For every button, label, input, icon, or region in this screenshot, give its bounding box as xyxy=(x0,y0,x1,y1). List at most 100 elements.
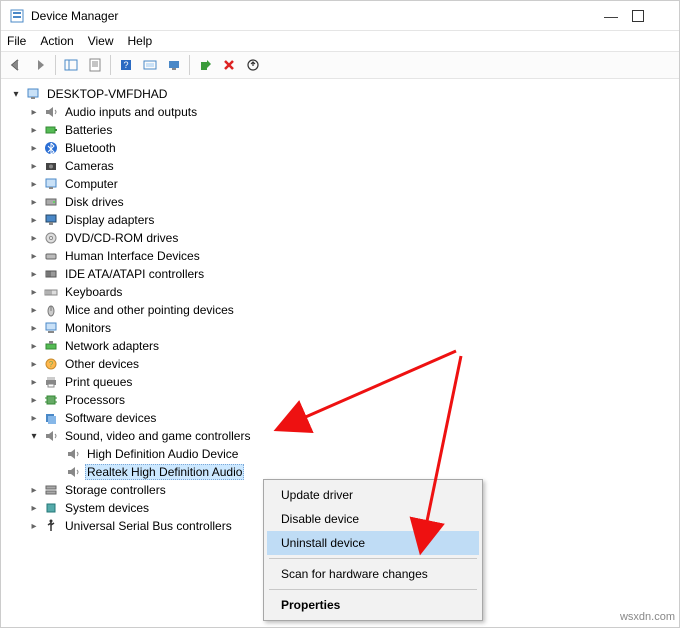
tree-category[interactable]: Network adapters xyxy=(5,337,675,355)
separator xyxy=(189,55,190,75)
storage-icon xyxy=(43,482,59,498)
separator xyxy=(55,55,56,75)
tree-category[interactable]: ?Other devices xyxy=(5,355,675,373)
tree-item-label: Sound, video and game controllers xyxy=(63,429,252,443)
expander-icon[interactable] xyxy=(27,303,41,317)
expander-icon[interactable] xyxy=(27,249,41,263)
context-menu-item[interactable]: Uninstall device xyxy=(267,531,479,555)
tree-item-label: Software devices xyxy=(63,411,158,425)
properties-button[interactable] xyxy=(84,54,106,76)
uninstall-button[interactable] xyxy=(218,54,240,76)
tree-category[interactable]: Bluetooth xyxy=(5,139,675,157)
expander-icon[interactable] xyxy=(27,213,41,227)
system-icon xyxy=(43,500,59,516)
printer-icon xyxy=(43,374,59,390)
tree-category[interactable]: Keyboards xyxy=(5,283,675,301)
speaker-icon xyxy=(43,428,59,444)
menu-help[interactable]: Help xyxy=(128,34,153,48)
context-menu: Update driverDisable deviceUninstall dev… xyxy=(263,479,483,621)
expander-icon[interactable] xyxy=(27,177,41,191)
tree-category[interactable]: Display adapters xyxy=(5,211,675,229)
expander-icon[interactable] xyxy=(27,483,41,497)
tree-item-label: Audio inputs and outputs xyxy=(63,105,199,119)
monitor-icon xyxy=(43,320,59,336)
tree-item-label: DESKTOP-VMFDHAD xyxy=(45,87,169,101)
tree-item-label: Computer xyxy=(63,177,120,191)
tree-item-label: System devices xyxy=(63,501,151,515)
tree-root[interactable]: DESKTOP-VMFDHAD xyxy=(5,85,675,103)
scan-hardware-button[interactable] xyxy=(163,54,185,76)
tree-category[interactable]: Processors xyxy=(5,391,675,409)
back-button[interactable] xyxy=(5,54,27,76)
menu-view[interactable]: View xyxy=(88,34,114,48)
cpu-icon xyxy=(43,392,59,408)
computer-icon xyxy=(43,176,59,192)
show-hide-tree-button[interactable] xyxy=(60,54,82,76)
expander-icon[interactable] xyxy=(27,393,41,407)
expander-icon[interactable] xyxy=(27,231,41,245)
context-menu-item[interactable]: Update driver xyxy=(267,483,479,507)
context-menu-item[interactable]: Disable device xyxy=(267,507,479,531)
battery-icon xyxy=(43,122,59,138)
expander-icon[interactable] xyxy=(27,375,41,389)
tree-category[interactable]: Mice and other pointing devices xyxy=(5,301,675,319)
watermark: wsxdn.com xyxy=(620,611,675,623)
tree-category[interactable]: Monitors xyxy=(5,319,675,337)
tree-item-label: High Definition Audio Device xyxy=(85,447,240,461)
context-menu-item[interactable]: Properties xyxy=(267,593,479,617)
expander-icon[interactable] xyxy=(9,87,23,101)
expander-icon[interactable] xyxy=(27,267,41,281)
tree-item-label: Cameras xyxy=(63,159,116,173)
tree-category[interactable]: Disk drives xyxy=(5,193,675,211)
expander-icon[interactable] xyxy=(27,159,41,173)
update-button[interactable] xyxy=(242,54,264,76)
camera-icon xyxy=(43,158,59,174)
menu-action[interactable]: Action xyxy=(40,34,73,48)
context-menu-item[interactable]: Scan for hardware changes xyxy=(267,562,479,586)
tree-item-label: Display adapters xyxy=(63,213,156,227)
tree-category[interactable]: Cameras xyxy=(5,157,675,175)
tree-item-label: Mice and other pointing devices xyxy=(63,303,236,317)
tree-item-label: DVD/CD-ROM drives xyxy=(63,231,180,245)
keyboard-icon xyxy=(43,284,59,300)
pc-icon xyxy=(25,86,41,102)
tree-category[interactable]: Computer xyxy=(5,175,675,193)
tree-category[interactable]: Human Interface Devices xyxy=(5,247,675,265)
mouse-icon xyxy=(43,302,59,318)
tree-category[interactable]: IDE ATA/ATAPI controllers xyxy=(5,265,675,283)
software-icon xyxy=(43,410,59,426)
expander-icon[interactable] xyxy=(27,357,41,371)
tree-category[interactable]: Audio inputs and outputs xyxy=(5,103,675,121)
expander-icon[interactable] xyxy=(27,339,41,353)
tree-category[interactable]: DVD/CD-ROM drives xyxy=(5,229,675,247)
expander-icon[interactable] xyxy=(27,519,41,533)
expander-icon[interactable] xyxy=(27,429,41,443)
tree-category[interactable]: Batteries xyxy=(5,121,675,139)
tree-device[interactable]: High Definition Audio Device xyxy=(5,445,675,463)
action-button[interactable] xyxy=(139,54,161,76)
expander-icon[interactable] xyxy=(27,501,41,515)
expander-icon[interactable] xyxy=(27,411,41,425)
bluetooth-icon xyxy=(43,140,59,156)
tree-item-label: Human Interface Devices xyxy=(63,249,202,263)
svg-text:?: ? xyxy=(49,360,54,369)
expander-icon[interactable] xyxy=(27,123,41,137)
menu-file[interactable]: File xyxy=(7,34,26,48)
minimize-button[interactable]: — xyxy=(591,8,631,24)
tree-category[interactable]: Software devices xyxy=(5,409,675,427)
ide-icon xyxy=(43,266,59,282)
expander-icon[interactable] xyxy=(27,195,41,209)
forward-button[interactable] xyxy=(29,54,51,76)
expander-icon[interactable] xyxy=(27,321,41,335)
close-button[interactable] xyxy=(631,9,671,23)
tree-category[interactable]: Sound, video and game controllers xyxy=(5,427,675,445)
expander-icon xyxy=(49,465,63,479)
expander-icon[interactable] xyxy=(27,105,41,119)
help-button[interactable]: ? xyxy=(115,54,137,76)
separator xyxy=(110,55,111,75)
expander-icon[interactable] xyxy=(27,285,41,299)
enable-button[interactable] xyxy=(194,54,216,76)
tree-category[interactable]: Print queues xyxy=(5,373,675,391)
expander-icon[interactable] xyxy=(27,141,41,155)
title-bar: Device Manager — xyxy=(1,1,679,31)
